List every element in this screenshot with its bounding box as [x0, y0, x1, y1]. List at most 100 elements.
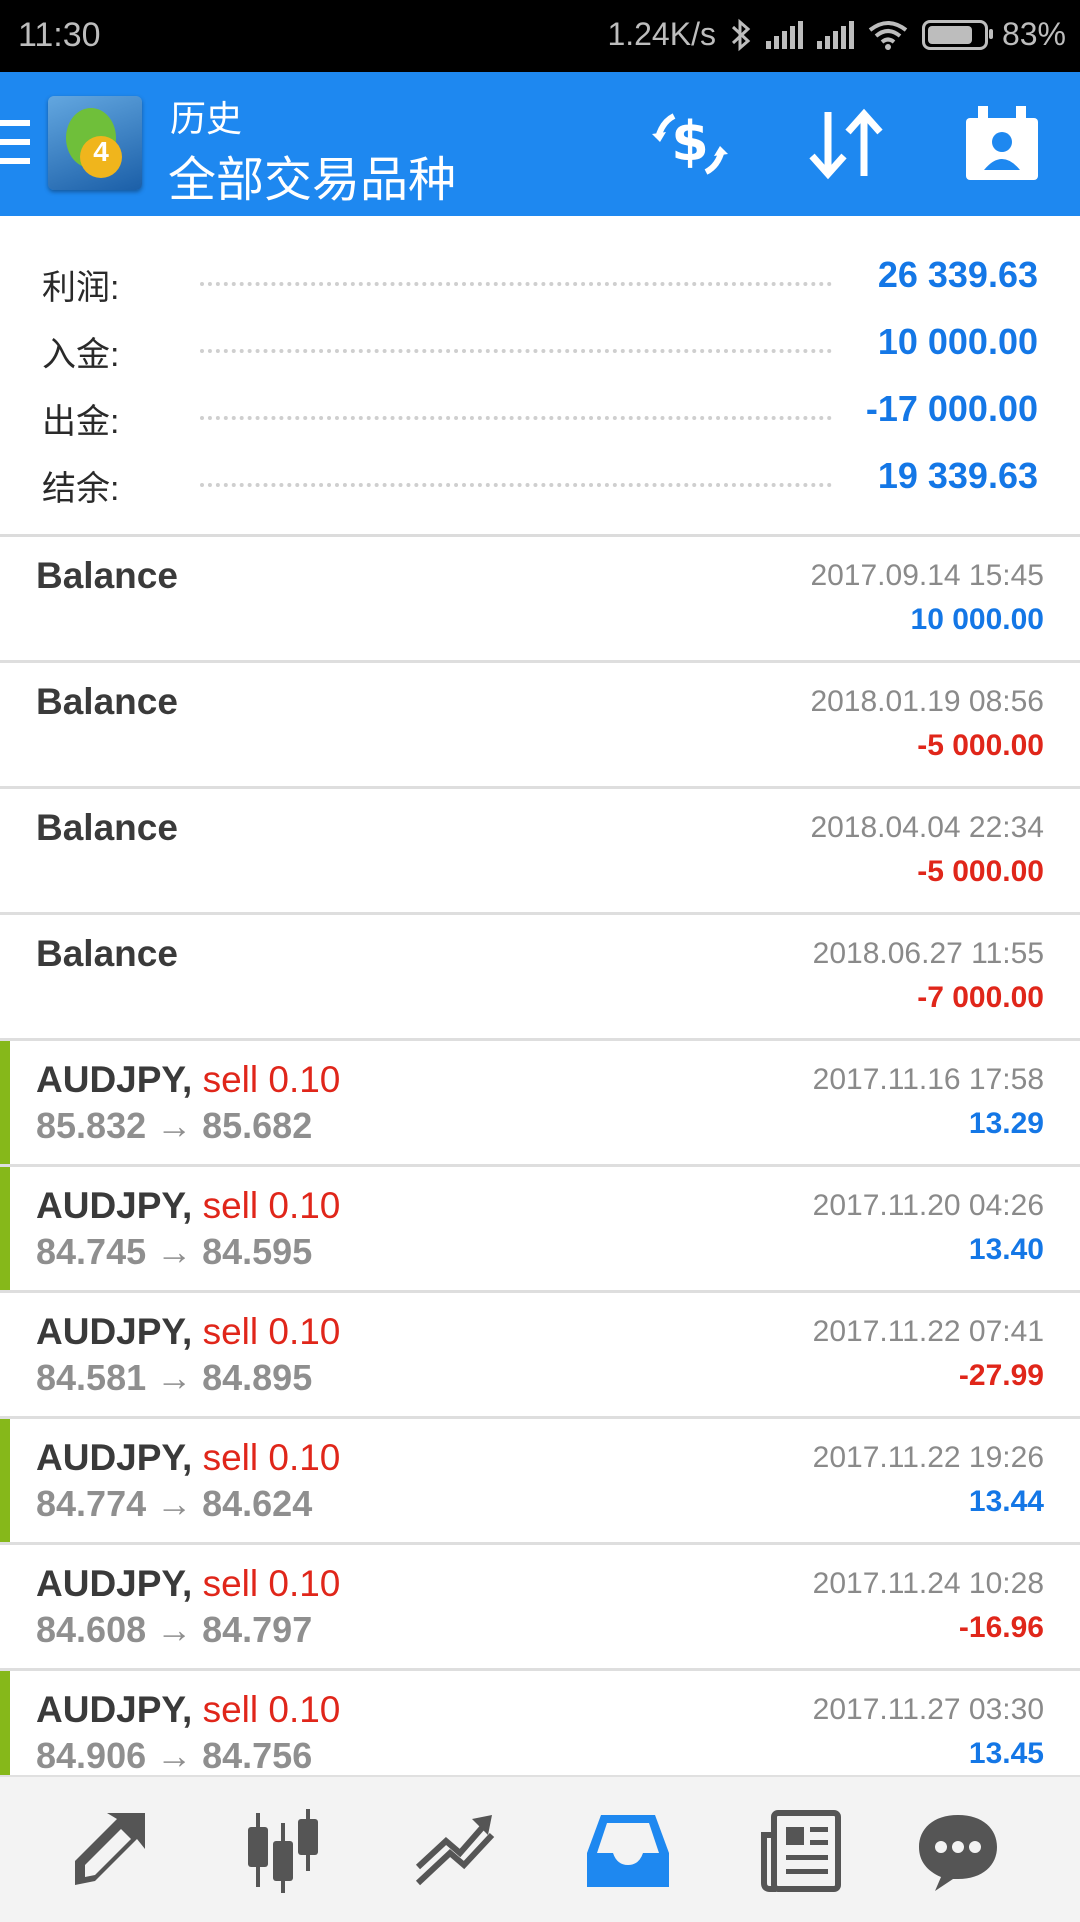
trade-symbol: AUDJPY, sell 0.10 [36, 1437, 341, 1478]
signal-icon [765, 20, 803, 49]
summary-value: 26 339.63 [877, 254, 1038, 295]
summary-label: 出金: [42, 403, 120, 441]
menu-icon[interactable] [0, 120, 30, 164]
trade-row[interactable]: AUDJPY, sell 0.10 84.745 → 84.595 2017.1… [0, 1167, 1080, 1293]
signal-icon [816, 20, 854, 49]
history-row[interactable]: Balance 2018.01.19 08:56 -5 000.00 [0, 663, 1080, 789]
row-name: Balance [36, 555, 178, 596]
trade-row[interactable]: AUDJPY, sell 0.10 85.832 → 85.682 2017.1… [0, 1041, 1080, 1167]
quotes-icon[interactable] [65, 1805, 155, 1895]
summary-label: 入金: [42, 336, 120, 374]
trade-row[interactable]: AUDJPY, sell 0.10 84.581 → 84.895 2017.1… [0, 1293, 1080, 1419]
summary-row-profit: 利润: 26 339.63 [0, 252, 1080, 312]
summary-row-balance: 结余: 19 339.63 [0, 453, 1080, 513]
row-time: 2018.06.27 11:55 [812, 937, 1044, 970]
history-list[interactable]: Balance 2017.09.14 15:45 10 000.00 Balan… [0, 537, 1080, 1775]
trade-prices: 85.832 → 85.682 [36, 1105, 313, 1146]
row-time: 2017.11.22 19:26 [812, 1441, 1044, 1474]
row-name: Balance [36, 807, 178, 848]
trade-prices: 84.774 → 84.624 [36, 1483, 313, 1524]
battery-icon [921, 19, 993, 50]
trade-prices: 84.906 → 84.756 [36, 1735, 313, 1775]
row-time: 2017.11.16 17:58 [812, 1063, 1044, 1096]
summary-row-withdrawal: 出金: -17 000.00 [0, 386, 1080, 446]
row-time: 2018.01.19 08:56 [810, 685, 1044, 718]
summary-value: 19 339.63 [877, 455, 1038, 496]
row-amount: -5 000.00 [917, 855, 1044, 888]
dotted-leader [200, 483, 832, 487]
row-amount: 10 000.00 [910, 603, 1044, 636]
dotted-leader [200, 349, 832, 353]
row-amount: -16.96 [958, 1611, 1044, 1644]
summary-value: -17 000.00 [865, 388, 1038, 429]
row-amount: -5 000.00 [917, 729, 1044, 762]
history-icon[interactable] [583, 1805, 673, 1895]
history-row[interactable]: Balance 2018.06.27 11:55 -7 000.00 [0, 915, 1080, 1041]
row-amount: 13.29 [968, 1107, 1044, 1140]
dotted-leader [200, 282, 832, 286]
bottom-navigation [0, 1775, 1080, 1922]
trade-symbol: AUDJPY, sell 0.10 [36, 1689, 341, 1730]
row-time: 2017.09.14 15:45 [810, 559, 1044, 592]
app-bar-subtitle: 历史 [170, 98, 243, 139]
row-amount: -7 000.00 [917, 981, 1044, 1014]
calendar-period-icon[interactable] [956, 98, 1048, 190]
app-bar: 4 历史 全部交易品种 $ [0, 72, 1080, 216]
news-icon[interactable] [756, 1805, 846, 1895]
trade-type: sell 0.10 [202, 1185, 341, 1226]
sort-icon[interactable] [800, 98, 892, 190]
row-amount: 13.40 [968, 1233, 1044, 1266]
trade-prices: 84.608 → 84.797 [36, 1609, 313, 1650]
row-time: 2017.11.22 07:41 [812, 1315, 1044, 1348]
trade-row[interactable]: AUDJPY, sell 0.10 84.906 → 84.756 2017.1… [0, 1671, 1080, 1775]
row-amount: 13.44 [968, 1485, 1044, 1518]
row-name: Balance [36, 681, 178, 722]
profit-indicator-bar [0, 1041, 10, 1164]
summary-value: 10 000.00 [877, 321, 1038, 362]
trade-prices: 84.581 → 84.895 [36, 1357, 313, 1398]
row-time: 2018.04.04 22:34 [810, 811, 1044, 844]
profit-indicator-bar [0, 1167, 10, 1290]
row-amount: 13.45 [968, 1737, 1044, 1770]
trade-type: sell 0.10 [202, 1563, 341, 1604]
trade-type: sell 0.10 [202, 1059, 341, 1100]
trade-prices: 84.745 → 84.595 [36, 1231, 313, 1272]
summary-label: 结余: [42, 470, 120, 508]
trade-type: sell 0.10 [202, 1689, 341, 1730]
battery-percent: 83% [1001, 16, 1066, 52]
metatrader-logo-icon[interactable]: 4 [48, 96, 142, 190]
page-title[interactable]: 全部交易品种 [168, 140, 456, 210]
trade-type: sell 0.10 [202, 1437, 341, 1478]
bluetooth-icon [731, 18, 751, 51]
history-row[interactable]: Balance 2018.04.04 22:34 -5 000.00 [0, 789, 1080, 915]
row-time: 2017.11.24 10:28 [812, 1567, 1044, 1600]
summary-panel: 利润: 26 339.63 入金: 10 000.00 出金: -17 000.… [0, 216, 1080, 536]
dotted-leader [200, 416, 832, 420]
trade-row[interactable]: AUDJPY, sell 0.10 84.608 → 84.797 2017.1… [0, 1545, 1080, 1671]
trade-type: sell 0.10 [202, 1311, 341, 1352]
summary-row-deposit: 入金: 10 000.00 [0, 319, 1080, 379]
row-name: Balance [36, 933, 178, 974]
status-bar: 11:30 1.24K/s 83% [0, 0, 1080, 72]
profit-indicator-bar [0, 1419, 10, 1542]
row-amount: -27.99 [958, 1359, 1044, 1392]
chart-icon[interactable] [238, 1805, 328, 1895]
trade-row[interactable]: AUDJPY, sell 0.10 84.774 → 84.624 2017.1… [0, 1419, 1080, 1545]
svg-text:$: $ [671, 110, 709, 173]
row-time: 2017.11.27 03:30 [812, 1693, 1044, 1726]
currency-filter-icon[interactable]: $ [644, 98, 736, 190]
wifi-icon [868, 20, 908, 50]
trade-symbol: AUDJPY, sell 0.10 [36, 1059, 341, 1100]
trade-symbol: AUDJPY, sell 0.10 [36, 1185, 341, 1226]
summary-label: 利润: [42, 269, 120, 307]
trade-icon[interactable] [410, 1805, 500, 1895]
status-time: 11:30 [18, 16, 101, 54]
network-speed: 1.24K/s [607, 16, 716, 52]
profit-indicator-bar [0, 1671, 10, 1775]
chat-icon[interactable] [913, 1805, 1003, 1895]
row-time: 2017.11.20 04:26 [812, 1189, 1044, 1222]
status-right: 1.24K/s 83% [607, 16, 1066, 53]
trade-symbol: AUDJPY, sell 0.10 [36, 1563, 341, 1604]
trade-symbol: AUDJPY, sell 0.10 [36, 1311, 341, 1352]
history-row[interactable]: Balance 2017.09.14 15:45 10 000.00 [0, 537, 1080, 663]
